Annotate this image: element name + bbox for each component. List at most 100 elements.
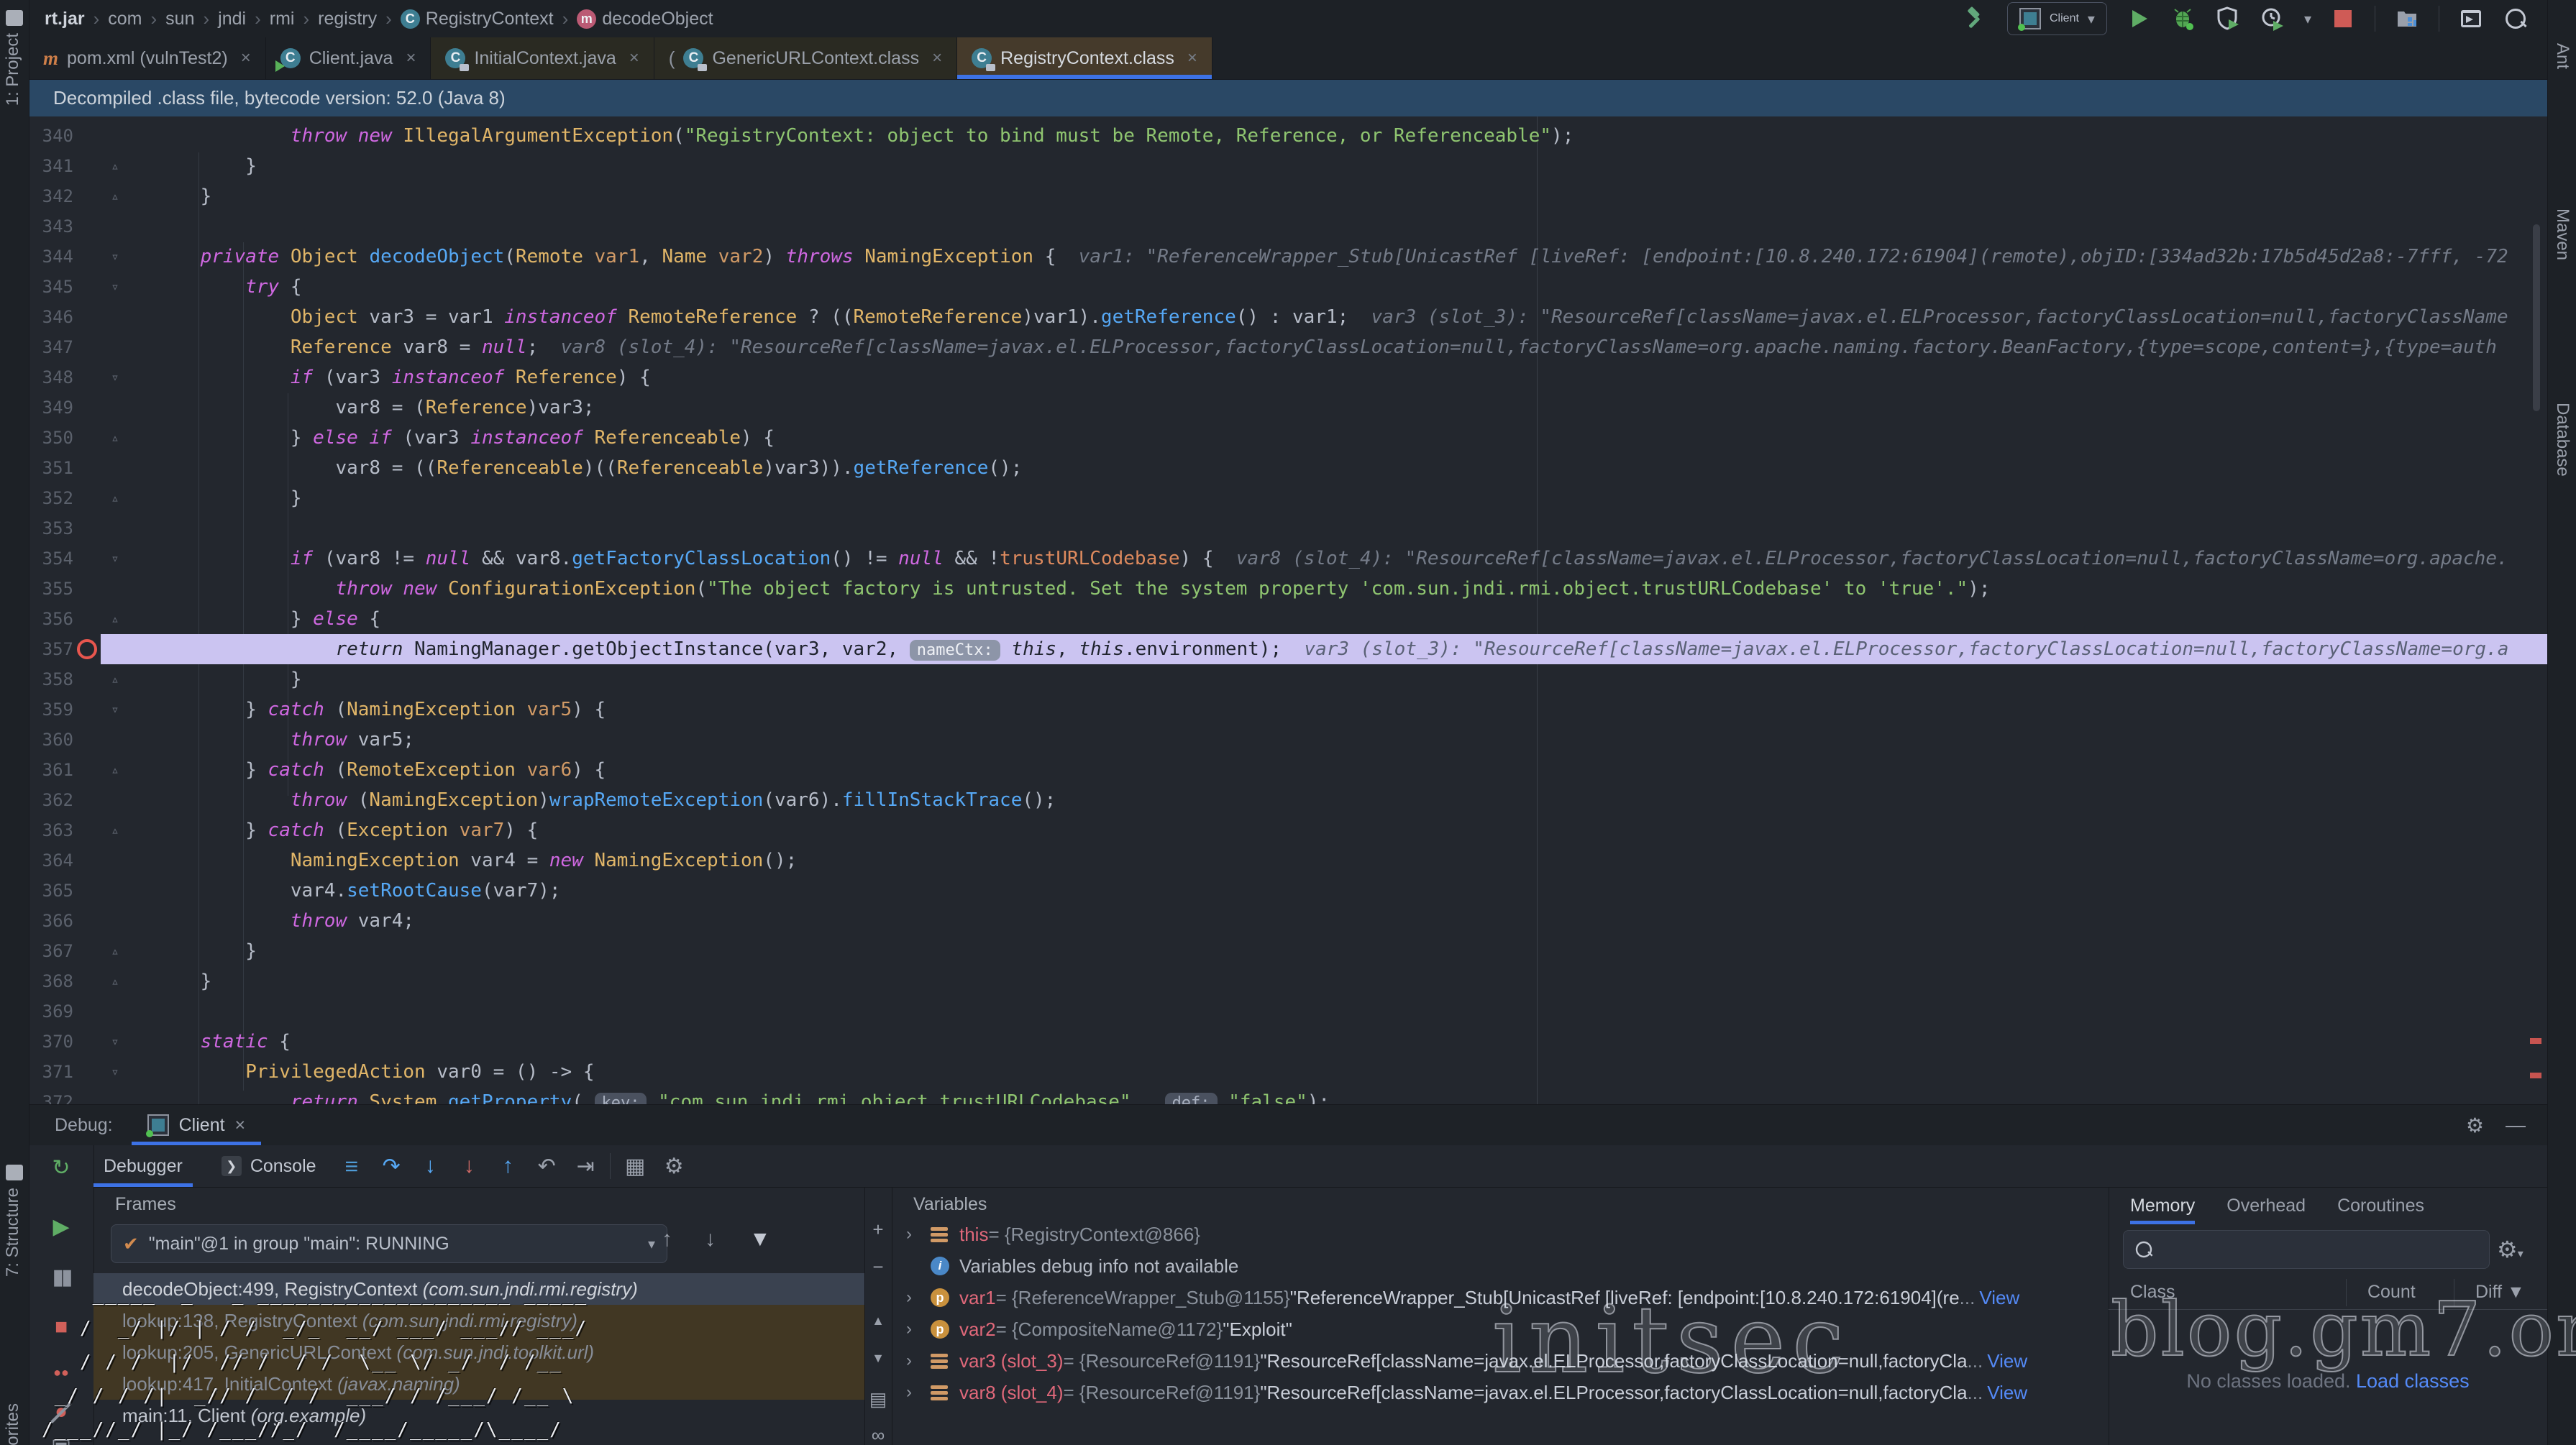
- load-classes-link[interactable]: Load classes: [2356, 1370, 2470, 1392]
- add-watch-icon[interactable]: +: [864, 1219, 892, 1241]
- duplicate-watch-icon[interactable]: ▤: [864, 1388, 892, 1410]
- mute-breakpoints-icon[interactable]: ●: [29, 1400, 93, 1424]
- editor-scrollbar[interactable]: [2533, 224, 2540, 411]
- code-line[interactable]: 341▵ }: [29, 151, 2547, 181]
- hide-panel-icon[interactable]: —: [2506, 1114, 2526, 1137]
- stripe-database[interactable]: Database: [2552, 403, 2572, 477]
- code-line[interactable]: 340 throw new IllegalArgumentException("…: [29, 121, 2547, 151]
- fold-marker[interactable]: ▵: [101, 181, 129, 211]
- code-line[interactable]: 358▵ }: [29, 664, 2547, 694]
- frame-row[interactable]: lookup:138, RegistryContext (com.sun.jnd…: [93, 1305, 864, 1336]
- code-line[interactable]: 343: [29, 211, 2547, 242]
- fold-marker[interactable]: ▵: [101, 966, 129, 996]
- fold-marker[interactable]: ▵: [101, 815, 129, 845]
- execution-line[interactable]: 357 return NamingManager.getObjectInstan…: [29, 634, 2547, 664]
- fold-marker[interactable]: ▿: [101, 1027, 129, 1057]
- column-class[interactable]: Class: [2130, 1282, 2175, 1303]
- frame-row[interactable]: lookup:417, InitialContext (javax.naming…: [93, 1368, 864, 1400]
- fold-marker[interactable]: ▵: [101, 483, 129, 513]
- code-line[interactable]: 372 return System.getProperty( key: "com…: [29, 1087, 2547, 1104]
- layout-settings-icon[interactable]: ⚙: [659, 1154, 688, 1179]
- code-line[interactable]: 366 throw var4;: [29, 906, 2547, 936]
- fold-marker[interactable]: ▵: [101, 755, 129, 785]
- close-icon[interactable]: ×: [629, 48, 639, 68]
- run-with-coverage-button[interactable]: [2215, 6, 2241, 32]
- search-everywhere-icon[interactable]: [2503, 6, 2529, 32]
- breadcrumb-item[interactable]: registry: [318, 9, 377, 29]
- breadcrumb-item[interactable]: rt.jar: [45, 9, 85, 29]
- code-line[interactable]: 346 Object var3 = var1 instanceof Remote…: [29, 302, 2547, 332]
- code-line[interactable]: 350▵ } else if (var3 instanceof Referenc…: [29, 423, 2547, 453]
- tab-console[interactable]: ❯ Console: [211, 1145, 326, 1187]
- settings-gear-icon[interactable]: ⚙: [2466, 1114, 2484, 1137]
- close-icon[interactable]: ×: [1187, 48, 1197, 68]
- stop-button[interactable]: [2330, 6, 2356, 32]
- code-line[interactable]: 362 throw (NamingException)wrapRemoteExc…: [29, 785, 2547, 815]
- code-line[interactable]: 359▿ } catch (NamingException var5) {: [29, 694, 2547, 725]
- breadcrumb-item[interactable]: mdecodeObject: [577, 9, 713, 29]
- code-line[interactable]: 363▵ } catch (Exception var7) {: [29, 815, 2547, 845]
- expand-chevron-icon[interactable]: ›: [906, 1288, 931, 1308]
- run-to-cursor-icon[interactable]: ⇥: [571, 1154, 600, 1179]
- prev-frame-icon[interactable]: ↑: [662, 1227, 672, 1252]
- stripe-project[interactable]: 1: Project: [3, 33, 23, 106]
- error-stripe-mark[interactable]: [2530, 1073, 2541, 1078]
- drop-frame-icon[interactable]: ↶: [532, 1154, 561, 1179]
- tab-memory[interactable]: Memory: [2130, 1187, 2195, 1224]
- fold-marker[interactable]: ▵: [101, 664, 129, 694]
- expand-chevron-icon[interactable]: ›: [906, 1382, 931, 1403]
- move-watch-down-icon[interactable]: ▼: [864, 1351, 892, 1366]
- build-hammer-icon[interactable]: [1963, 6, 1988, 32]
- step-into-icon[interactable]: ↓: [416, 1154, 444, 1178]
- stripe-maven[interactable]: Maven: [2552, 208, 2572, 260]
- expand-chevron-icon[interactable]: ›: [906, 1224, 931, 1244]
- code-line[interactable]: 355 throw new ConfigurationException("Th…: [29, 574, 2547, 604]
- code-line[interactable]: 361▵ } catch (RemoteException var6) {: [29, 755, 2547, 785]
- run-anything-icon[interactable]: [2458, 6, 2484, 32]
- tab-overhead[interactable]: Overhead: [2226, 1187, 2306, 1224]
- breakpoint-icon[interactable]: [77, 639, 97, 659]
- stripe-structure[interactable]: 7: Structure: [3, 1188, 23, 1277]
- code-line[interactable]: 349 var8 = (Reference)var3;: [29, 393, 2547, 423]
- code-line[interactable]: 369: [29, 996, 2547, 1027]
- column-diff[interactable]: Diff ▼: [2475, 1282, 2525, 1303]
- close-icon[interactable]: ×: [235, 1115, 246, 1136]
- editor-tab[interactable]: mpom.xml (vulnTest2)×: [29, 37, 266, 79]
- fold-marker[interactable]: ▿: [101, 242, 129, 272]
- resume-program-icon[interactable]: ▶: [29, 1214, 93, 1239]
- frame-row[interactable]: main:11, Client (org.example): [93, 1400, 864, 1431]
- close-icon[interactable]: ×: [406, 48, 416, 68]
- project-folder-icon[interactable]: [6, 10, 23, 26]
- pause-program-icon[interactable]: ▮▮: [29, 1265, 93, 1290]
- thread-dump-icon[interactable]: ▣: [29, 1434, 93, 1445]
- frame-row[interactable]: lookup:205, GenericURLContext (com.sun.j…: [93, 1336, 864, 1368]
- view-breakpoints-icon[interactable]: ●●: [29, 1365, 93, 1380]
- variable-row[interactable]: ›pvar2 = {CompositeName@1172} "Exploit": [892, 1313, 2109, 1345]
- memory-search-input[interactable]: [2123, 1230, 2490, 1269]
- profiler-button[interactable]: [2260, 6, 2285, 32]
- code-line[interactable]: 364 NamingException var4 = new NamingExc…: [29, 845, 2547, 876]
- stop-program-icon[interactable]: ■: [29, 1315, 93, 1339]
- fold-marker[interactable]: ▿: [101, 543, 129, 574]
- variable-row[interactable]: ›this = {RegistryContext@866}: [892, 1219, 2109, 1250]
- fold-marker[interactable]: ▵: [101, 604, 129, 634]
- memory-settings-gear-icon[interactable]: ⚙▾: [2497, 1236, 2524, 1263]
- rerun-icon[interactable]: ↻: [29, 1155, 93, 1180]
- code-line[interactable]: 352▵ }: [29, 483, 2547, 513]
- thread-selector[interactable]: ✔ "main"@1 in group "main": RUNNING ▾: [111, 1224, 667, 1263]
- force-step-into-icon[interactable]: ↓: [455, 1154, 483, 1178]
- editor-tab[interactable]: (CGenericURLContext.class×: [654, 37, 957, 79]
- code-line[interactable]: 344▿ private Object decodeObject(Remote …: [29, 242, 2547, 272]
- breadcrumb-item[interactable]: sun: [165, 9, 194, 29]
- breadcrumb-item[interactable]: rmi: [270, 9, 295, 29]
- variable-row[interactable]: iVariables debug info not available: [892, 1250, 2109, 1282]
- debug-button[interactable]: [2170, 6, 2196, 32]
- code-line[interactable]: 348▿ if (var3 instanceof Reference) {: [29, 362, 2547, 393]
- code-line[interactable]: 368▵ }: [29, 966, 2547, 996]
- column-count[interactable]: Count: [2367, 1282, 2416, 1303]
- code-line[interactable]: 354▿ if (var8 != null && var8.getFactory…: [29, 543, 2547, 574]
- run-configuration-select[interactable]: Client ▾: [2007, 2, 2107, 35]
- fold-marker[interactable]: ▿: [101, 1057, 129, 1087]
- next-frame-icon[interactable]: ↓: [705, 1227, 716, 1252]
- code-line[interactable]: 365 var4.setRootCause(var7);: [29, 876, 2547, 906]
